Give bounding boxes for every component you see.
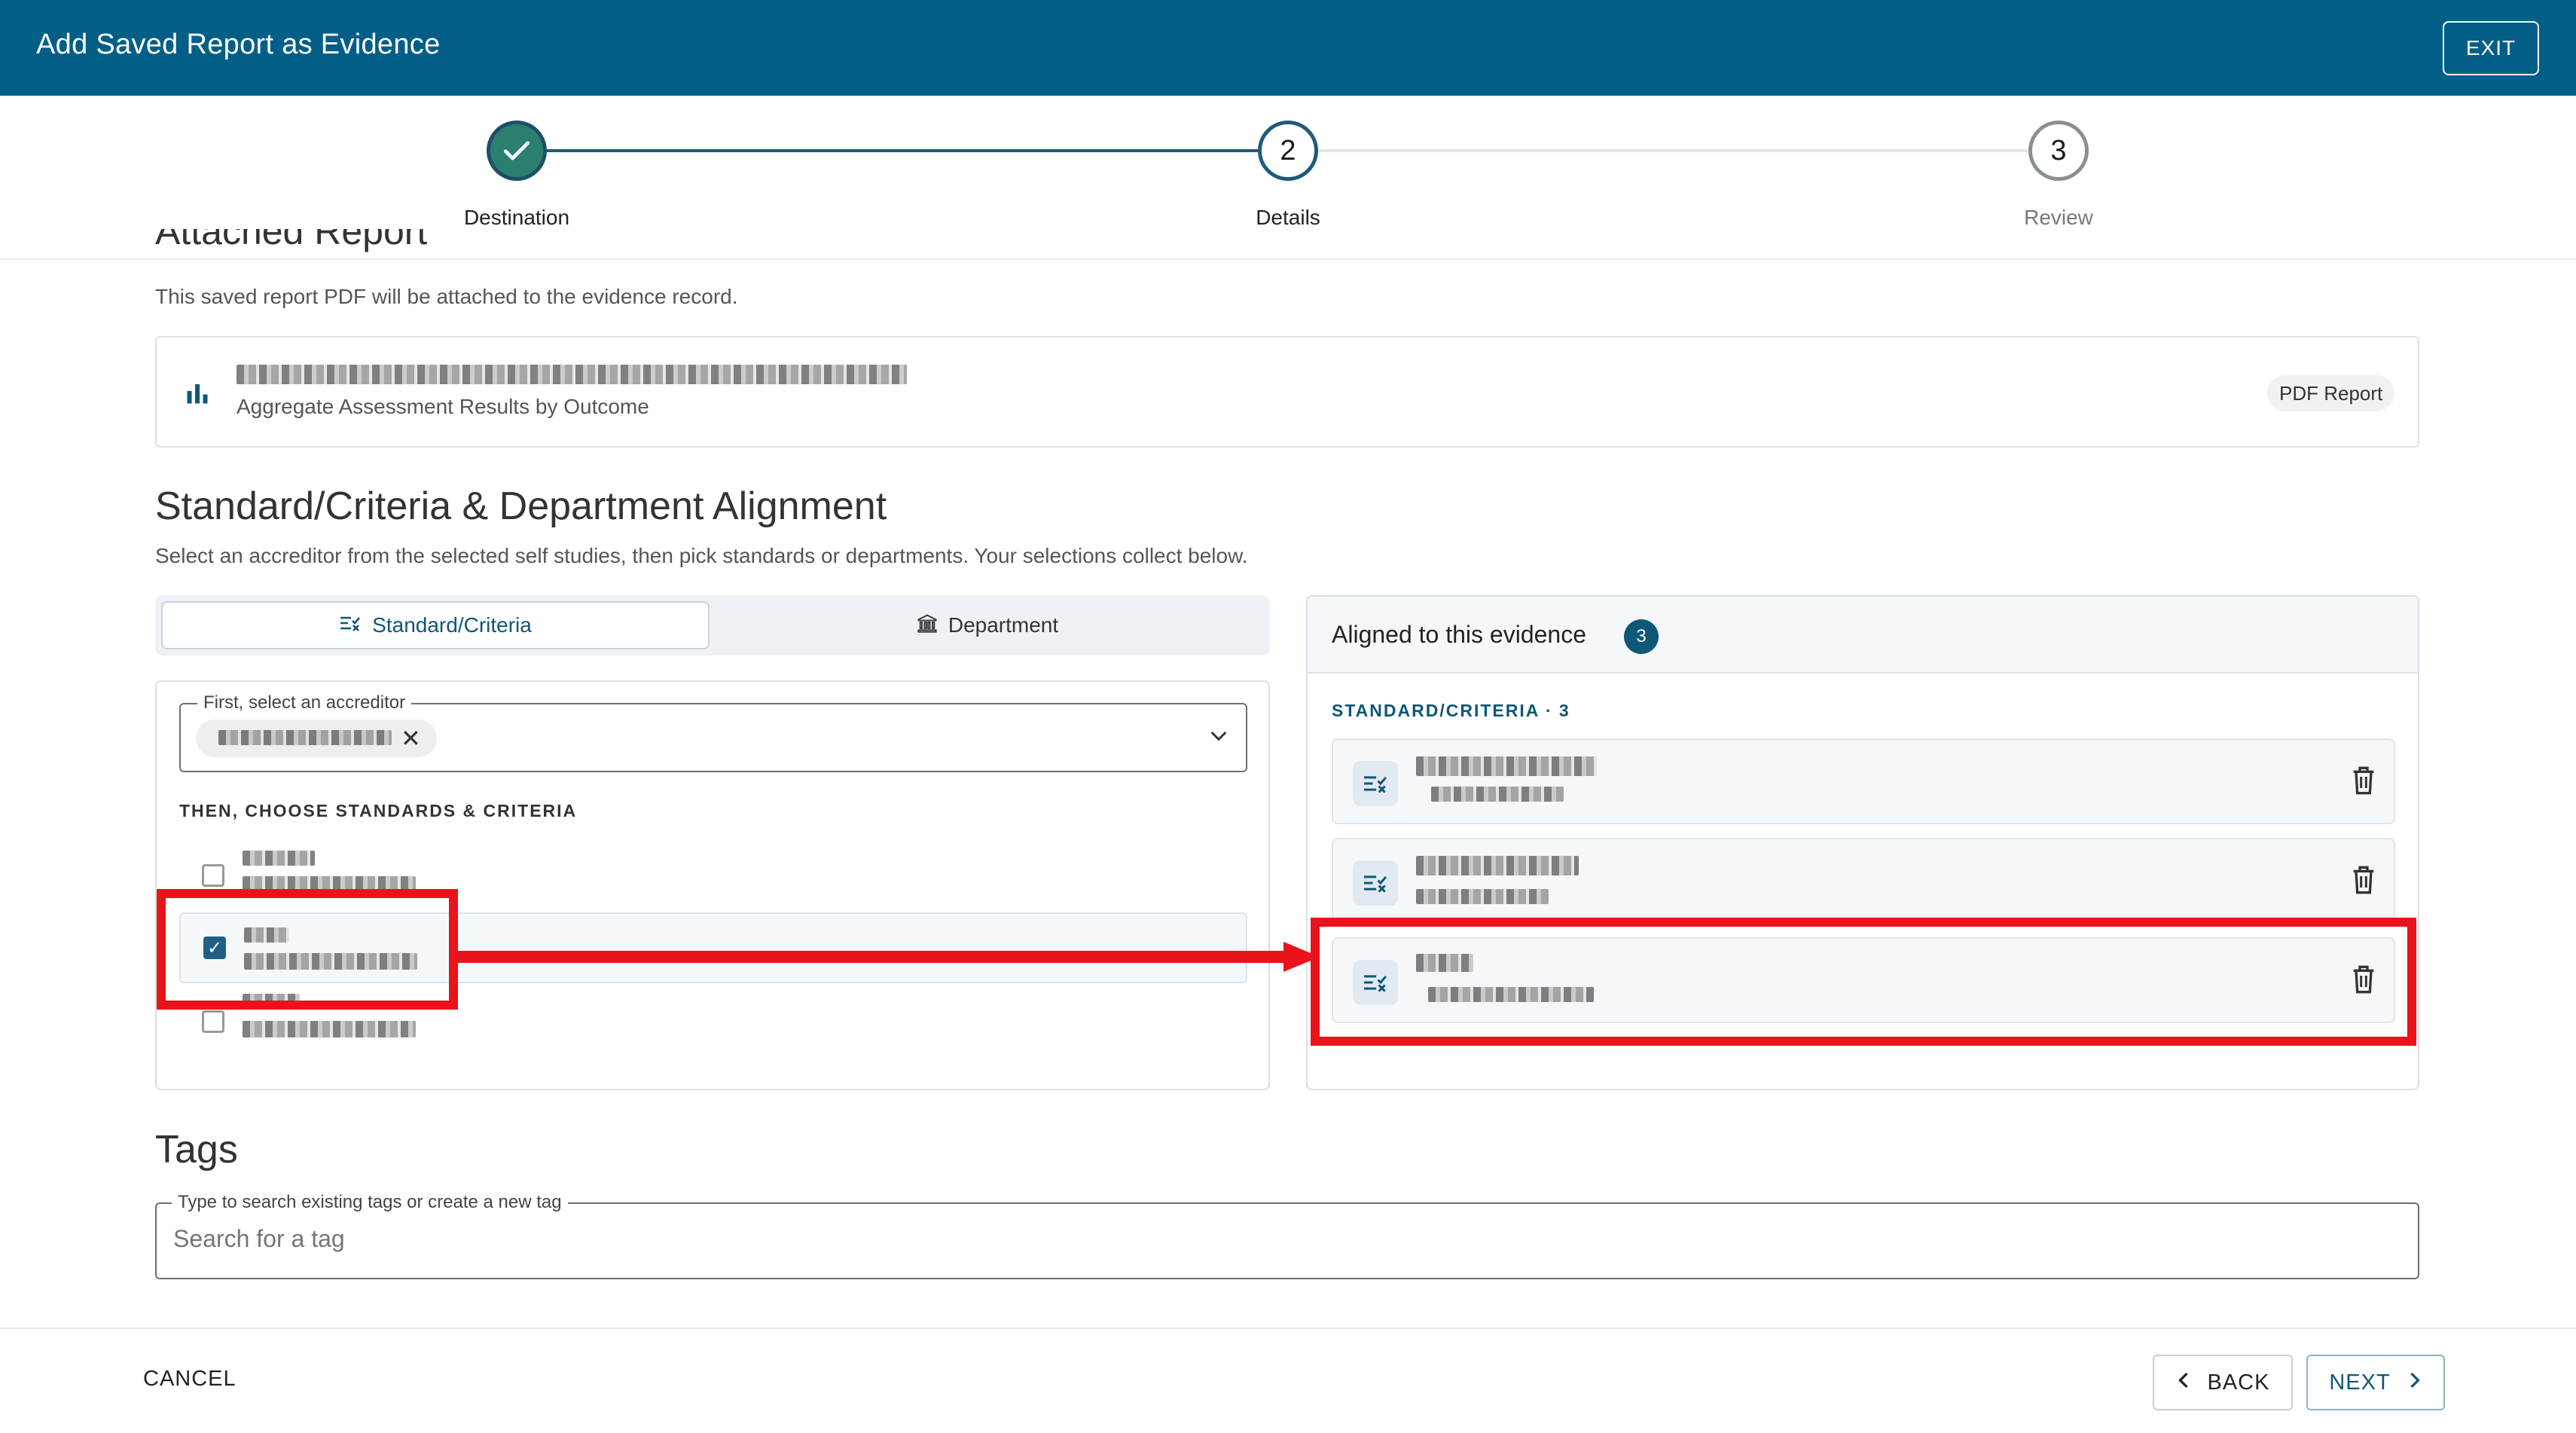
tab-label: Department: [948, 613, 1059, 637]
aligned-count-badge: 3: [1624, 619, 1659, 654]
bank-icon: [917, 613, 938, 639]
delete-icon[interactable]: [2349, 863, 2379, 900]
aligned-panel-header: Aligned to this evidence 3: [1308, 597, 2418, 674]
standard-checkbox[interactable]: [202, 864, 224, 887]
aligned-panel-title: Aligned to this evidence: [1332, 621, 1586, 648]
tag-field[interactable]: Type to search existing tags or create a…: [155, 1192, 2419, 1279]
page-title: Add Saved Report as Evidence: [36, 29, 441, 60]
next-button[interactable]: NEXT: [2306, 1355, 2445, 1410]
step-destination-check-icon[interactable]: [487, 121, 547, 181]
step-label-destination: Destination: [463, 206, 570, 229]
tab-standard-criteria[interactable]: Standard/Criteria: [161, 601, 710, 649]
chevron-down-icon[interactable]: [1207, 723, 1231, 754]
attached-report-description: This saved report PDF will be attached t…: [155, 285, 738, 308]
step-label-details: Details: [1256, 206, 1320, 229]
aligned-item: [1332, 738, 2395, 824]
tag-field-label: Type to search existing tags or create a…: [172, 1192, 568, 1213]
step-details-number: 2: [1258, 121, 1318, 181]
cancel-button[interactable]: CANCEL: [143, 1367, 237, 1392]
choose-standards-overline: THEN, CHOOSE STANDARDS & CRITERIA: [179, 801, 578, 820]
redacted-aligned-meta: [1431, 787, 1564, 802]
accreditor-select-label: First, select an accreditor: [197, 692, 412, 713]
redacted-aligned-meta: [1416, 889, 1549, 904]
redacted-report-title: [237, 365, 907, 384]
wizard-footer: CANCEL BACK NEXT: [0, 1328, 2576, 1433]
delete-icon[interactable]: [2349, 764, 2379, 801]
chevron-left-icon: [2176, 1370, 2191, 1395]
redacted-aligned-title: [1416, 756, 1597, 776]
checklist-icon: [1353, 761, 1398, 806]
attached-report-card: Aggregate Assessment Results by Outcome …: [155, 336, 2419, 448]
attached-report-heading: Attached Report: [155, 229, 428, 252]
back-button[interactable]: BACK: [2153, 1355, 2293, 1410]
alignment-description: Select an accreditor from the selected s…: [155, 544, 1248, 567]
tab-department[interactable]: Department: [711, 601, 1264, 649]
redacted-standard-title: [243, 1021, 416, 1037]
tab-label: Standard/Criteria: [372, 613, 532, 637]
stepper-connector-complete: [547, 149, 1258, 152]
annotation-highlight-box: [157, 889, 458, 1010]
annotation-arrow-icon: [449, 942, 1320, 972]
chevron-right-icon: [2407, 1370, 2422, 1395]
back-button-label: BACK: [2207, 1370, 2270, 1395]
alignment-tabs: Standard/Criteria Department: [155, 595, 1270, 655]
app-header: Add Saved Report as Evidence EXIT: [0, 0, 2576, 96]
accreditor-chip[interactable]: ✕: [196, 720, 437, 757]
checklist-icon: [339, 613, 362, 638]
step-label-review: Review: [2024, 206, 2093, 229]
next-button-label: NEXT: [2329, 1370, 2391, 1395]
tags-heading: Tags: [155, 1128, 238, 1172]
aligned-standards-overline: STANDARD/CRITERIA · 3: [1332, 701, 1570, 720]
stepper-connector-pending: [1317, 149, 2028, 152]
checklist-icon: [1353, 860, 1398, 906]
bar-chart-icon: [184, 380, 211, 411]
annotation-highlight-box: [1311, 918, 2416, 1046]
report-subtitle: Aggregate Assessment Results by Outcome: [237, 395, 649, 418]
tag-search-input[interactable]: [173, 1225, 2358, 1253]
standards-picker-panel: First, select an accreditor ✕ THEN, CHOO…: [155, 680, 1270, 1090]
step-review-number: 3: [2028, 121, 2089, 181]
redacted-accreditor-name: [218, 730, 392, 745]
pdf-report-badge: PDF Report: [2267, 375, 2395, 411]
redacted-standard-code: [243, 851, 315, 866]
exit-button[interactable]: EXIT: [2443, 21, 2539, 75]
alignment-heading: Standard/Criteria & Department Alignment: [155, 484, 887, 528]
close-icon[interactable]: ✕: [401, 724, 421, 753]
aligned-item: [1332, 838, 2395, 924]
standard-checkbox[interactable]: [202, 1010, 224, 1033]
redacted-aligned-title: [1416, 856, 1579, 875]
accreditor-select[interactable]: First, select an accreditor ✕: [179, 692, 1247, 772]
